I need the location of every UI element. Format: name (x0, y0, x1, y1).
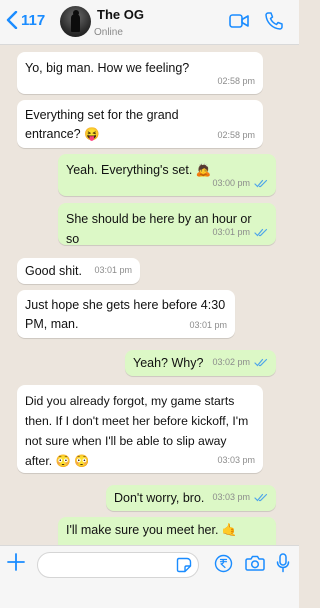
message-text: Everything set for the grand entrance? 😝 (25, 108, 179, 141)
message-incoming[interactable]: Just hope she gets here before 4:30 PM, … (17, 290, 235, 338)
avatar[interactable] (60, 6, 91, 37)
back-button[interactable]: 117 (6, 11, 45, 29)
message-input[interactable] (37, 552, 199, 578)
voice-message-button[interactable] (276, 553, 290, 578)
message-meta: 03:01 pm (189, 315, 227, 335)
payment-button[interactable] (214, 554, 233, 578)
message-outgoing[interactable]: Yeah? Why? 03:02 pm (125, 350, 276, 376)
message-time: 03:03 pm (217, 455, 255, 465)
message-meta: 02:58 pm (217, 71, 255, 91)
message-time: 02:58 pm (217, 76, 255, 86)
double-check-icon (254, 228, 268, 236)
message-meta: 03:01 pm (94, 260, 132, 280)
message-meta: 03:02 pm (212, 352, 268, 372)
message-incoming[interactable]: Did you already forgot, my game starts t… (17, 385, 263, 473)
message-meta: 02:58 pm (217, 125, 255, 145)
message-outgoing[interactable]: I'll make sure you meet her. 🤙 (58, 517, 276, 545)
chat-header: 117 The OG Online (0, 0, 299, 45)
double-check-icon (254, 179, 268, 187)
phone-icon (265, 12, 283, 30)
message-time: 03:01 pm (94, 265, 132, 275)
message-time: 03:01 pm (212, 227, 250, 237)
message-meta: 03:01 pm (212, 222, 268, 242)
message-incoming[interactable]: Everything set for the grand entrance? 😝… (17, 100, 263, 148)
sticker-icon (176, 557, 192, 573)
video-camera-icon (229, 14, 249, 28)
double-check-icon (254, 358, 268, 366)
microphone-icon (276, 553, 290, 573)
attach-button[interactable] (6, 552, 26, 577)
message-time: 03:03 pm (212, 492, 250, 502)
message-incoming[interactable]: Yo, big man. How we feeling? 02:58 pm (17, 52, 263, 94)
message-time: 03:00 pm (212, 178, 250, 188)
composer-bar (0, 545, 299, 608)
double-check-icon (254, 493, 268, 501)
message-meta: 03:03 pm (217, 450, 255, 470)
contact-status: Online (94, 27, 123, 38)
camera-button[interactable] (245, 554, 265, 577)
message-list[interactable]: Yo, big man. How we feeling? 02:58 pm Ev… (0, 45, 299, 545)
message-time: 03:02 pm (212, 357, 250, 367)
unread-count: 117 (21, 11, 46, 29)
voice-call-button[interactable] (264, 11, 284, 36)
message-outgoing[interactable]: Don't worry, bro. 03:03 pm (106, 485, 276, 511)
contact-name[interactable]: The OG (97, 7, 144, 22)
message-meta: 03:00 pm (212, 173, 268, 193)
camera-icon (245, 555, 265, 571)
message-time: 02:58 pm (217, 130, 255, 140)
video-call-button[interactable] (229, 13, 249, 34)
message-meta: 03:03 pm (212, 487, 268, 507)
sticker-button[interactable] (176, 557, 192, 578)
chevron-left-icon (6, 11, 18, 29)
rupee-icon (214, 554, 233, 573)
plus-icon (7, 553, 25, 571)
message-outgoing[interactable]: She should be here by an hour or so 03:0… (58, 203, 276, 246)
message-time: 03:01 pm (189, 320, 227, 330)
message-outgoing[interactable]: Yeah. Everything's set. 🙇 03:00 pm (58, 154, 276, 196)
message-incoming[interactable]: Good shit. 03:01 pm (17, 258, 140, 284)
message-text: I'll make sure you meet her. 🤙 (66, 523, 238, 537)
avatar-figure-body (71, 14, 80, 32)
